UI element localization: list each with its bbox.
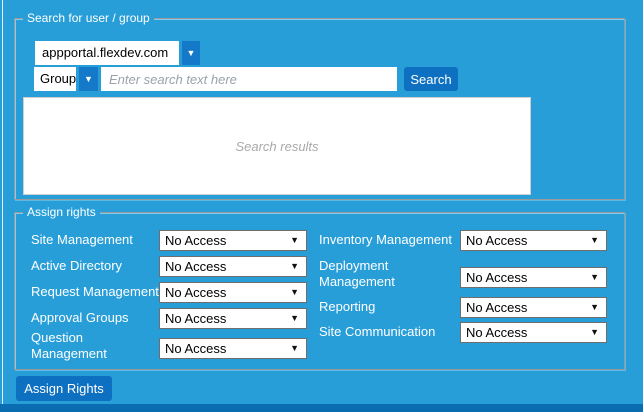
select-arrow-icon: ▼ — [290, 262, 299, 271]
site-management-label: Site Management — [31, 232, 133, 248]
select-arrow-icon: ▼ — [590, 328, 599, 337]
select-arrow-icon: ▼ — [290, 288, 299, 297]
search-input[interactable] — [101, 67, 397, 91]
question-management-label: Question Management — [31, 330, 123, 362]
site-communication-label: Site Communication — [319, 324, 435, 340]
domain-combobox[interactable]: appportal.flexdev.com — [35, 41, 179, 65]
search-results-placeholder: Search results — [235, 139, 318, 154]
search-button[interactable]: Search — [404, 67, 458, 91]
select-arrow-icon: ▼ — [590, 236, 599, 245]
select-arrow-icon: ▼ — [290, 314, 299, 323]
approval-groups-select[interactable]: No Access ▼ — [159, 308, 307, 329]
site-communication-select[interactable]: No Access ▼ — [460, 322, 607, 343]
assign-rights-groupbox: Assign rights Site Management No Access … — [14, 212, 625, 370]
reporting-select[interactable]: No Access ▼ — [460, 297, 607, 318]
select-arrow-icon: ▼ — [290, 236, 299, 245]
inventory-management-select[interactable]: No Access ▼ — [460, 230, 607, 251]
search-groupbox-title: Search for user / group — [23, 10, 154, 26]
window-bottom-bar — [0, 404, 643, 412]
request-management-select[interactable]: No Access ▼ — [159, 282, 307, 303]
question-management-select[interactable]: No Access ▼ — [159, 338, 307, 359]
search-type-combobox-arrow-icon[interactable]: ▼ — [79, 67, 98, 91]
search-type-combobox[interactable]: Group — [34, 67, 76, 91]
reporting-label: Reporting — [319, 299, 375, 315]
select-arrow-icon: ▼ — [590, 273, 599, 282]
site-management-select[interactable]: No Access ▼ — [159, 230, 307, 251]
deployment-management-label: Deployment Management — [319, 258, 419, 290]
assign-rights-window: Search for user / group appportal.flexde… — [0, 0, 643, 412]
search-results-panel[interactable]: Search results — [23, 97, 531, 195]
deployment-management-select[interactable]: No Access ▼ — [460, 267, 607, 288]
approval-groups-label: Approval Groups — [31, 310, 129, 326]
search-groupbox: Search for user / group appportal.flexde… — [14, 18, 625, 200]
assign-rights-groupbox-title: Assign rights — [23, 204, 100, 220]
request-management-label: Request Management — [31, 284, 159, 300]
window-left-edge — [2, 0, 3, 404]
assign-rights-button[interactable]: Assign Rights — [16, 376, 112, 401]
inventory-management-label: Inventory Management — [319, 232, 452, 248]
select-arrow-icon: ▼ — [290, 344, 299, 353]
select-arrow-icon: ▼ — [590, 303, 599, 312]
active-directory-select[interactable]: No Access ▼ — [159, 256, 307, 277]
domain-combobox-arrow-icon[interactable]: ▼ — [182, 41, 200, 65]
active-directory-label: Active Directory — [31, 258, 122, 274]
